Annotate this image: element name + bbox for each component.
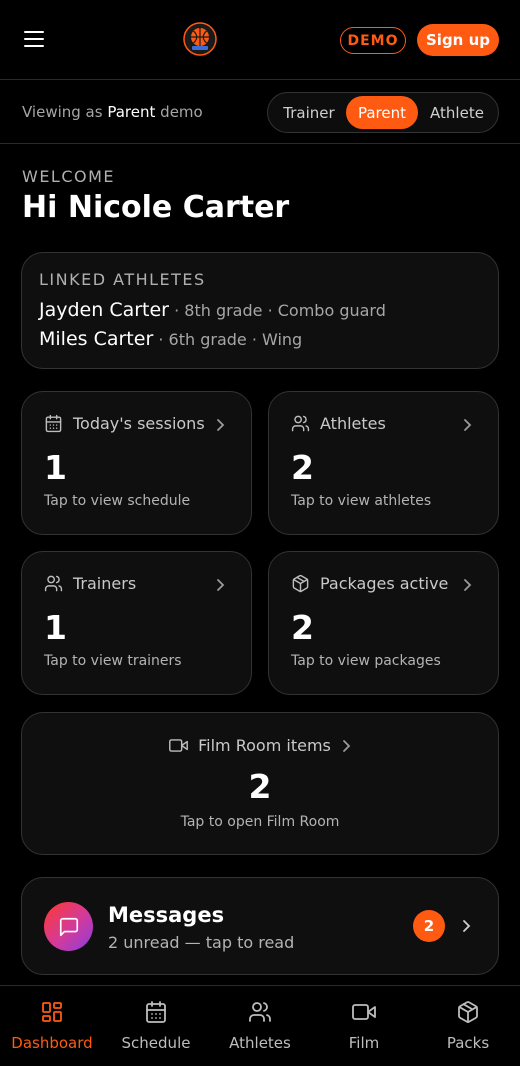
hamburger-menu-icon[interactable] [22, 28, 48, 52]
role-switcher: Trainer Parent Athlete [267, 92, 499, 133]
athlete-name: Jayden Carter [39, 299, 169, 321]
role-option-parent[interactable]: Parent [346, 96, 418, 129]
nav-label: Schedule [121, 1034, 191, 1052]
packages-active-card[interactable]: Packages active 2 Tap to view packages [268, 551, 499, 695]
package-icon [458, 1001, 478, 1023]
athlete-name: Miles Carter [39, 328, 154, 350]
trainers-card[interactable]: Trainers 1 Tap to view trainers [21, 551, 252, 695]
athletes-card[interactable]: Athletes 2 Tap to view athletes [268, 391, 499, 535]
stat-title: Packages active [320, 574, 449, 593]
stat-value: 2 [291, 608, 314, 647]
stat-value: 1 [44, 608, 67, 647]
chevron-right-icon [463, 920, 471, 932]
unread-count-badge: 2 [413, 910, 445, 942]
linked-athlete-row[interactable]: Miles Carter · 6th grade · Wing [39, 328, 302, 350]
nav-item-athletes[interactable]: Athletes [208, 986, 312, 1066]
athlete-meta: · 6th grade · Wing [153, 330, 303, 349]
role-bar: Viewing as Parent demo Trainer Parent At… [0, 81, 520, 144]
viewing-role: Parent [107, 103, 156, 121]
stat-title: Athletes [320, 414, 386, 433]
demo-badge: DEMO [340, 27, 406, 54]
messages-title: Messages [108, 903, 225, 927]
todays-sessions-card[interactable]: Today's sessions 1 Tap to view schedule [21, 391, 252, 535]
messages-card[interactable]: Messages 2 unread — tap to read 2 [21, 877, 499, 975]
message-icon [44, 902, 93, 951]
stat-value: 1 [44, 448, 67, 487]
role-option-athlete[interactable]: Athlete [419, 96, 495, 129]
nav-label: Film [348, 1034, 380, 1052]
role-option-trainer[interactable]: Trainer [272, 96, 346, 129]
calendar-icon [45, 414, 62, 433]
stat-subtitle: Tap to view athletes [291, 493, 432, 509]
chevron-right-icon [464, 419, 472, 431]
film-room-value: 2 [248, 767, 272, 806]
page-title: Hi Nicole Carter [22, 190, 290, 225]
app-header: DEMO Sign up [0, 0, 520, 80]
sign-up-button[interactable]: Sign up [417, 24, 499, 56]
bottom-nav: Dashboard Schedule Athletes Film Packs [0, 985, 520, 1066]
app-logo[interactable] [183, 22, 217, 56]
chevron-right-icon [217, 579, 225, 591]
users-icon [291, 415, 310, 432]
stat-title: Trainers [73, 574, 137, 593]
stat-title: Today's sessions [73, 414, 205, 433]
stat-subtitle: Tap to view schedule [44, 493, 191, 509]
video-icon [352, 1004, 376, 1020]
linked-athletes-label: LINKED ATHLETES [39, 270, 206, 289]
welcome-label: WELCOME [22, 167, 116, 186]
nav-item-packs[interactable]: Packs [416, 986, 520, 1066]
athlete-meta: · 8th grade · Combo guard [169, 301, 386, 320]
viewing-suffix: demo [160, 103, 203, 121]
nav-label: Packs [446, 1034, 490, 1052]
linked-athlete-row[interactable]: Jayden Carter · 8th grade · Combo guard [39, 299, 386, 321]
film-room-card[interactable]: Film Room items 2 Tap to open Film Room [21, 712, 499, 855]
nav-label: Athletes [229, 1034, 291, 1052]
film-room-title: Film Room items [198, 736, 331, 755]
chevron-right-icon [342, 739, 351, 752]
nav-label: Dashboard [11, 1034, 93, 1052]
stat-subtitle: Tap to view trainers [44, 653, 182, 669]
linked-athletes-card: LINKED ATHLETES Jayden Carter · 8th grad… [21, 252, 499, 369]
chevron-right-icon [217, 419, 225, 431]
video-icon [169, 739, 189, 752]
stat-subtitle: Tap to view packages [291, 653, 441, 669]
film-room-subtitle: Tap to open Film Room [180, 814, 340, 830]
dashboard-icon [42, 1002, 62, 1022]
nav-item-schedule[interactable]: Schedule [104, 986, 208, 1066]
users-icon [249, 1002, 271, 1022]
chevron-right-icon [464, 579, 472, 591]
calendar-icon [146, 1001, 166, 1023]
viewing-prefix: Viewing as [22, 103, 103, 121]
stat-value: 2 [291, 448, 314, 487]
package-icon [292, 574, 309, 593]
nav-item-dashboard[interactable]: Dashboard [0, 986, 104, 1066]
viewing-as-text: Viewing as Parent demo [22, 103, 203, 121]
nav-item-film[interactable]: Film [312, 986, 416, 1066]
users-icon [44, 575, 63, 592]
messages-subtitle: 2 unread — tap to read [108, 933, 295, 952]
